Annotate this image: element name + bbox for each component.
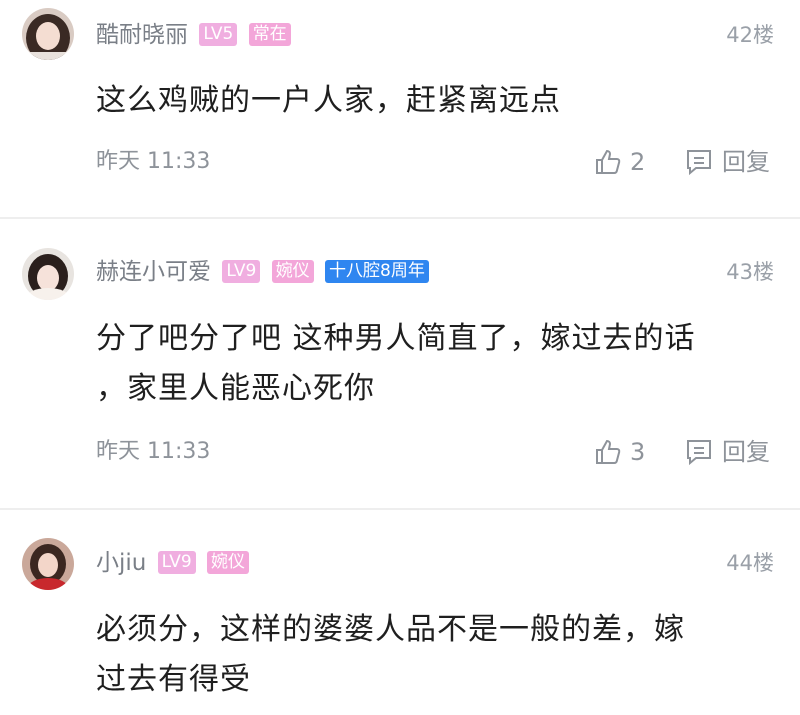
comment-line: 过去有得受 <box>96 662 251 697</box>
comment-icon <box>687 440 711 466</box>
reply-button[interactable]: 回复 <box>684 147 770 177</box>
floor-number: 43楼 <box>726 260 774 284</box>
avatar[interactable] <box>22 248 74 300</box>
comment-line: 这么鸡贼的一户人家，赶紧离远点 <box>96 83 561 118</box>
avatar[interactable] <box>22 538 74 590</box>
comment-icon <box>687 150 711 176</box>
divider <box>0 508 800 510</box>
comment-line: 必须分，这样的婆婆人品不是一般的差，嫁 <box>96 612 685 647</box>
avatar[interactable] <box>22 8 74 60</box>
username[interactable]: 酷耐晓丽 LV5 常在 <box>96 20 291 50</box>
like-button[interactable]: 3 <box>594 437 645 467</box>
reply-button[interactable]: 回复 <box>684 437 770 467</box>
divider <box>0 217 800 219</box>
like-count: 2 <box>630 148 646 176</box>
username[interactable]: 小jiu LV9 婉仪 <box>96 548 250 578</box>
username[interactable]: 赫连小可爱 LV9 婉仪 十八腔8周年 <box>96 257 429 287</box>
comment-line: ，家里人能恶心死你 <box>96 371 375 406</box>
like-button[interactable]: 2 <box>594 147 645 177</box>
thumbs-up-icon <box>596 439 621 464</box>
username-text[interactable]: 赫连小可爱 <box>96 259 211 285</box>
level-badge: LV9 <box>222 260 261 283</box>
username-text[interactable]: 小jiu <box>96 550 146 576</box>
title-badge: 婉仪 <box>207 551 250 574</box>
reply-label: 回复 <box>722 148 770 176</box>
title-badge: 婉仪 <box>271 260 314 283</box>
username-text[interactable]: 酷耐晓丽 <box>96 22 188 48</box>
comment-text: 这么鸡贼的一户人家，赶紧离远点 <box>96 76 776 126</box>
timestamp: 昨天 11:33 <box>96 439 211 464</box>
thumbs-up-icon <box>596 149 621 174</box>
level-badge: LV5 <box>199 23 238 46</box>
timestamp: 昨天 11:33 <box>96 149 211 174</box>
title-badge: 常在 <box>248 23 291 46</box>
comment-text: 分了吧分了吧 这种男人简直了，嫁过去的话 ，家里人能恶心死你 <box>96 314 776 414</box>
comment-line: 分了吧分了吧 这种男人简直了，嫁过去的话 <box>96 321 696 356</box>
like-count: 3 <box>630 438 646 466</box>
floor-number: 44楼 <box>726 551 774 575</box>
level-badge: LV9 <box>157 551 196 574</box>
comment-text: 必须分，这样的婆婆人品不是一般的差，嫁 过去有得受 <box>96 605 776 705</box>
floor-number: 42楼 <box>726 23 774 47</box>
reply-label: 回复 <box>722 438 770 466</box>
anniversary-badge: 十八腔8周年 <box>325 260 429 283</box>
